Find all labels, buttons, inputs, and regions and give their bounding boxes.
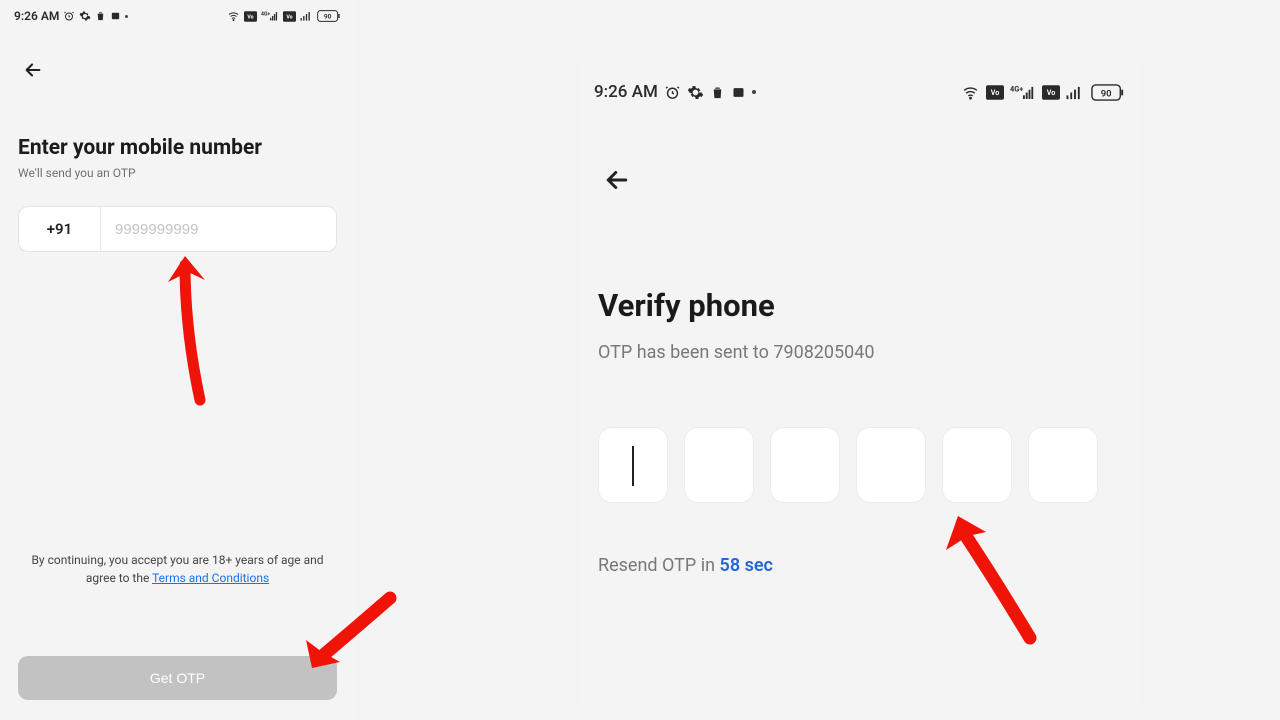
wifi-icon bbox=[227, 10, 240, 22]
card-icon bbox=[110, 10, 121, 22]
page-title: Verify phone bbox=[598, 287, 1122, 324]
phone-input-row: +91 bbox=[18, 206, 337, 252]
status-bar: 9:26 AM Vo 4G+ Vo 90 bbox=[580, 65, 1140, 105]
back-button[interactable] bbox=[602, 161, 640, 199]
enter-number-screen: 9:26 AM Vo 4G+ Vo 90 Enter your mobile n… bbox=[0, 0, 355, 720]
svg-text:4G+: 4G+ bbox=[1010, 84, 1023, 93]
signal-icon bbox=[300, 10, 313, 22]
battery-icon: 90 bbox=[317, 10, 341, 22]
alarm-icon bbox=[63, 10, 75, 22]
gear-icon bbox=[687, 84, 704, 101]
resend-timer: 58 sec bbox=[720, 555, 773, 576]
back-button[interactable] bbox=[22, 56, 50, 84]
alarm-icon bbox=[664, 84, 681, 101]
verify-phone-screen: 9:26 AM Vo 4G+ Vo 90 Verify phone OTP ha… bbox=[580, 65, 1140, 705]
resend-prefix: Resend OTP in bbox=[598, 555, 720, 576]
terms-text: By continuing, you accept you are 18+ ye… bbox=[18, 551, 337, 588]
volte-icon: Vo bbox=[244, 11, 257, 22]
volte-icon: Vo bbox=[986, 85, 1004, 100]
card-icon bbox=[731, 84, 746, 101]
otp-digit-2[interactable] bbox=[684, 427, 754, 503]
svg-text:Vo: Vo bbox=[286, 14, 292, 20]
more-dot bbox=[125, 15, 128, 18]
status-time: 9:26 AM bbox=[14, 9, 59, 23]
terms-link[interactable]: Terms and Conditions bbox=[152, 571, 269, 585]
trash-icon bbox=[95, 10, 106, 22]
svg-text:Vo: Vo bbox=[1047, 88, 1056, 97]
get-otp-button[interactable]: Get OTP bbox=[18, 656, 337, 700]
status-bar: 9:26 AM Vo 4G+ Vo 90 bbox=[0, 0, 355, 28]
trash-icon bbox=[710, 84, 725, 101]
svg-text:90: 90 bbox=[1101, 88, 1112, 99]
volte-icon-2: Vo bbox=[283, 11, 296, 22]
status-time: 9:26 AM bbox=[594, 82, 658, 102]
otp-digit-5[interactable] bbox=[942, 427, 1012, 503]
page-title: Enter your mobile number bbox=[18, 136, 337, 160]
signal-icon bbox=[1066, 84, 1084, 101]
svg-text:4G+: 4G+ bbox=[261, 11, 270, 17]
resend-text: Resend OTP in 58 sec bbox=[598, 555, 1122, 576]
country-code-selector[interactable]: +91 bbox=[19, 207, 101, 251]
volte-icon-2: Vo bbox=[1042, 85, 1060, 100]
page-subtitle: OTP has been sent to 7908205040 bbox=[598, 342, 1122, 363]
more-dot bbox=[752, 90, 756, 94]
otp-digit-1[interactable] bbox=[598, 427, 668, 503]
signal-4g-icon: 4G+ bbox=[261, 10, 279, 22]
otp-input-row bbox=[598, 427, 1122, 503]
otp-digit-3[interactable] bbox=[770, 427, 840, 503]
otp-digit-6[interactable] bbox=[1028, 427, 1098, 503]
arrow-left-icon bbox=[22, 59, 44, 81]
battery-icon: 90 bbox=[1090, 84, 1126, 101]
phone-number-input[interactable] bbox=[101, 207, 336, 251]
svg-text:Vo: Vo bbox=[991, 88, 1000, 97]
page-subtitle: We'll send you an OTP bbox=[18, 166, 337, 180]
otp-digit-4[interactable] bbox=[856, 427, 926, 503]
arrow-left-icon bbox=[602, 165, 632, 195]
svg-text:Vo: Vo bbox=[247, 14, 253, 20]
signal-4g-icon: 4G+ bbox=[1010, 84, 1036, 101]
svg-text:90: 90 bbox=[324, 13, 332, 21]
wifi-icon bbox=[961, 84, 980, 101]
gear-icon bbox=[79, 10, 91, 22]
